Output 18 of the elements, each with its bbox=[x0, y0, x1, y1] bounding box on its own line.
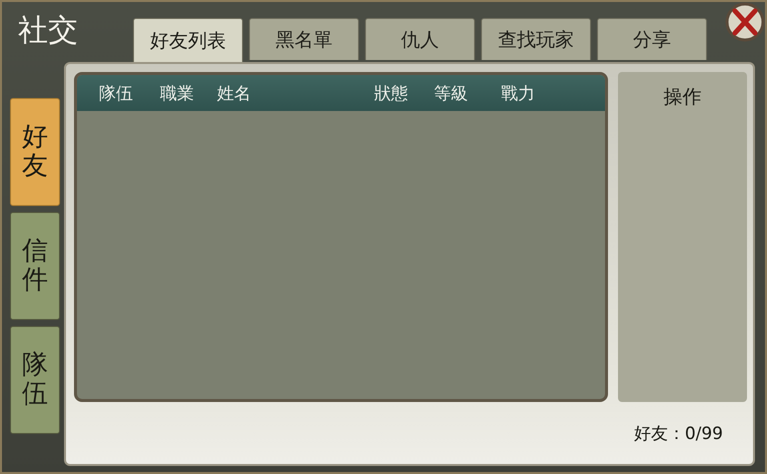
tab[interactable]: 查找玩家 bbox=[481, 18, 591, 60]
side-tab[interactable]: 信件 bbox=[10, 212, 60, 320]
tab[interactable]: 黑名單 bbox=[249, 18, 359, 60]
column-header: 狀態 bbox=[374, 82, 409, 104]
tab[interactable]: 好友列表 bbox=[133, 18, 243, 62]
column-header: 等級 bbox=[434, 82, 469, 104]
close-icon[interactable] bbox=[725, 2, 765, 42]
column-header: 隊伍 bbox=[99, 82, 134, 104]
column-header: 職業 bbox=[160, 82, 195, 104]
window-title: 社交 bbox=[17, 12, 79, 50]
side-tab[interactable]: 隊伍 bbox=[10, 326, 60, 434]
column-header: 戰力 bbox=[501, 82, 536, 104]
tab[interactable]: 仇人 bbox=[365, 18, 475, 60]
side-tab[interactable]: 好友 bbox=[10, 98, 60, 206]
friend-count: 好友：0/99 bbox=[634, 422, 723, 444]
actions-title: 操作 bbox=[664, 85, 702, 110]
column-header: 姓名 bbox=[217, 82, 252, 104]
tab[interactable]: 分享 bbox=[597, 18, 707, 60]
